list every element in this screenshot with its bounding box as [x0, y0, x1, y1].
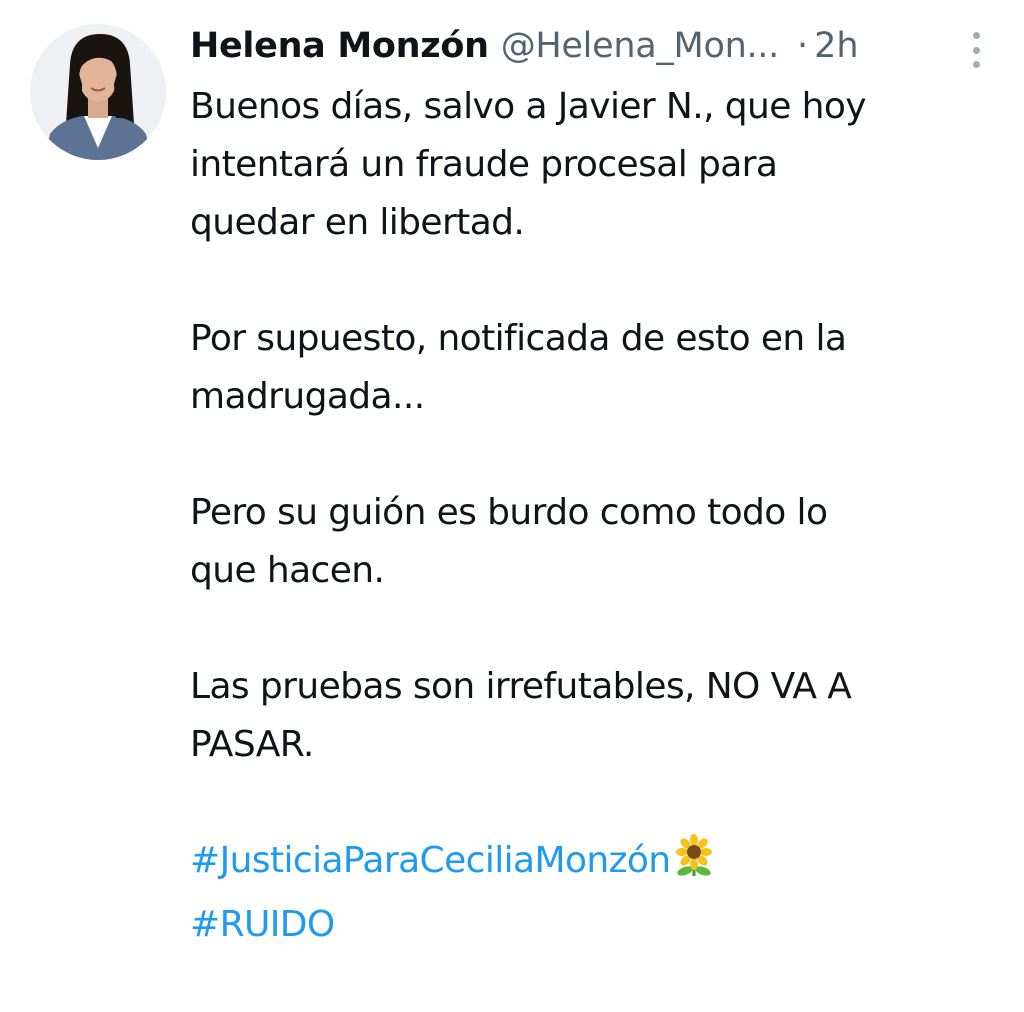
text-line: Pero su guión es burdo como todo lo: [190, 492, 828, 533]
text-line: intentará un fraude procesal para: [190, 144, 778, 185]
tweet-paragraph: Pero su guión es burdo como todo lo que …: [190, 484, 990, 600]
more-dot: [972, 32, 980, 39]
more-dot: [972, 61, 980, 68]
tweet-text: Buenos días, salvo a Javier N., que hoy …: [190, 78, 990, 1012]
tweet-paragraph: Por supuesto, notificada de esto en la m…: [190, 310, 990, 426]
hashtag-block: #JusticiaParaCeciliaMonzón #RUIDO: [190, 832, 990, 954]
hashtag-link[interactable]: #JusticiaParaCeciliaMonzón: [190, 832, 990, 896]
hashtag-text: #JusticiaParaCeciliaMonzón: [190, 840, 671, 881]
text-line: Buenos días, salvo a Javier N., que hoy: [190, 86, 867, 127]
tweet-timestamp[interactable]: 2h: [814, 26, 858, 66]
header-separator: ·: [796, 26, 809, 66]
profile-photo: [30, 24, 166, 160]
text-line: que hacen.: [190, 550, 385, 591]
text-line: Las pruebas son irrefutables, NO VA A: [190, 666, 852, 707]
more-options-icon[interactable]: [964, 30, 988, 70]
sunflower-icon: [673, 834, 715, 896]
text-line: madrugada...: [190, 376, 425, 417]
tweet-paragraph: Las pruebas son irrefutables, NO VA A PA…: [190, 658, 990, 774]
author-handle[interactable]: @Helena_Mon...: [501, 26, 780, 66]
text-line: PASAR.: [190, 724, 314, 765]
tweet-paragraph: Buenos días, salvo a Javier N., que hoy …: [190, 78, 990, 252]
text-line: quedar en libertad.: [190, 202, 525, 243]
text-line: Por supuesto, notificada de esto en la: [190, 318, 847, 359]
hashtag-link[interactable]: #RUIDO: [190, 896, 990, 954]
more-dot: [972, 46, 980, 54]
tweet-header: Helena Monzón @Helena_Mon... · 2h: [190, 20, 950, 72]
avatar[interactable]: [30, 24, 166, 160]
author-name[interactable]: Helena Monzón: [190, 26, 489, 66]
